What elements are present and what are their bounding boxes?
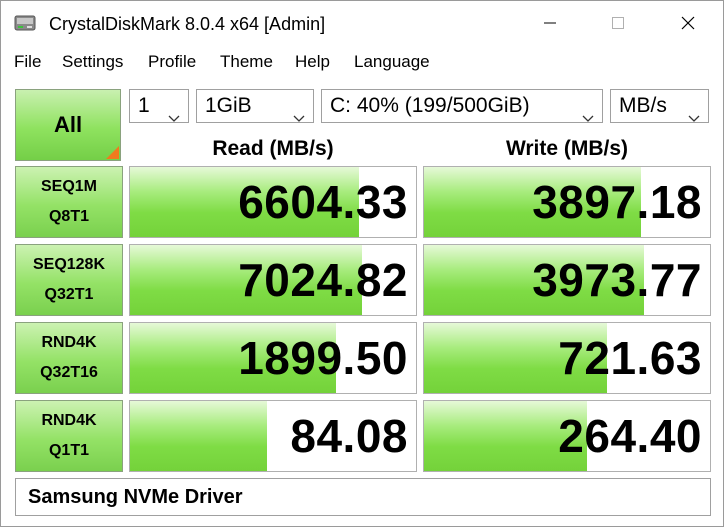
comment-field[interactable]: Samsung NVMe Driver bbox=[15, 478, 711, 516]
window-title: CrystalDiskMark 8.0.4 x64 [Admin] bbox=[49, 14, 326, 34]
unit-value: MB/s bbox=[619, 94, 667, 117]
write-result-cell: 3973.77 bbox=[423, 244, 711, 316]
maximize-button[interactable] bbox=[595, 1, 641, 45]
menu-language[interactable]: Language bbox=[354, 51, 430, 73]
result-row: RND4K Q1T1 84.08 264.40 bbox=[1, 400, 723, 472]
write-value: 264.40 bbox=[558, 410, 702, 462]
chevron-down-icon bbox=[688, 101, 700, 133]
test-size-value: 1GiB bbox=[205, 94, 252, 117]
read-result-cell: 84.08 bbox=[129, 400, 417, 472]
drive-select[interactable]: C: 40% (199/500GiB) bbox=[321, 89, 603, 123]
result-row: RND4K Q32T16 1899.50 721.63 bbox=[1, 322, 723, 394]
all-button-label: All bbox=[53, 112, 83, 137]
test-size-select[interactable]: 1GiB bbox=[196, 89, 314, 123]
read-value: 6604.33 bbox=[238, 176, 408, 228]
test-count-select[interactable]: 1 bbox=[129, 89, 189, 123]
chevron-down-icon bbox=[582, 101, 594, 133]
read-value: 7024.82 bbox=[238, 254, 408, 306]
drive-value: C: 40% (199/500GiB) bbox=[330, 94, 530, 117]
test-name: SEQ1M bbox=[40, 178, 97, 195]
write-column-header: Write (MB/s) bbox=[505, 137, 629, 160]
title-bar[interactable]: CrystalDiskMark 8.0.4 x64 [Admin] bbox=[1, 1, 723, 45]
maximize-icon bbox=[612, 17, 624, 29]
disk-app-icon bbox=[14, 13, 36, 33]
test-params: Q8T1 bbox=[48, 208, 89, 225]
test-name: RND4K bbox=[41, 334, 97, 351]
test-name: SEQ128K bbox=[32, 256, 106, 273]
close-icon bbox=[681, 16, 695, 30]
menu-profile[interactable]: Profile bbox=[148, 51, 196, 73]
read-result-cell: 6604.33 bbox=[129, 166, 417, 238]
menu-settings[interactable]: Settings bbox=[62, 51, 123, 73]
menu-file[interactable]: File bbox=[14, 51, 41, 73]
read-result-cell: 7024.82 bbox=[129, 244, 417, 316]
test-count-value: 1 bbox=[138, 94, 150, 117]
test-params: Q32T1 bbox=[44, 286, 94, 303]
read-value: 1899.50 bbox=[238, 332, 408, 384]
chevron-down-icon bbox=[293, 101, 305, 133]
menu-theme[interactable]: Theme bbox=[220, 51, 273, 73]
write-value: 721.63 bbox=[558, 332, 702, 384]
minimize-icon bbox=[544, 17, 556, 29]
read-value: 84.08 bbox=[290, 410, 408, 462]
read-column-header: Read (MB/s) bbox=[212, 137, 334, 160]
result-row: SEQ128K Q32T1 7024.82 3973.77 bbox=[1, 244, 723, 316]
test-name: RND4K bbox=[41, 412, 97, 429]
seq1m-q8t1-button[interactable]: SEQ1M Q8T1 bbox=[15, 166, 123, 238]
seq128k-q32t1-button[interactable]: SEQ128K Q32T1 bbox=[15, 244, 123, 316]
write-result-cell: 3897.18 bbox=[423, 166, 711, 238]
close-button[interactable] bbox=[665, 1, 711, 45]
app-window: CrystalDiskMark 8.0.4 x64 [Admin] File S… bbox=[0, 0, 724, 527]
test-params: Q32T16 bbox=[40, 364, 98, 381]
read-score-bar bbox=[130, 401, 268, 471]
write-value: 3973.77 bbox=[532, 254, 702, 306]
write-result-cell: 721.63 bbox=[423, 322, 711, 394]
corner-marker bbox=[106, 146, 119, 159]
write-value: 3897.18 bbox=[532, 176, 702, 228]
all-button[interactable]: All bbox=[15, 89, 121, 161]
menu-bar: File Settings Profile Theme Help Languag… bbox=[1, 47, 723, 77]
menu-help[interactable]: Help bbox=[295, 51, 330, 73]
result-row: SEQ1M Q8T1 6604.33 3897.18 bbox=[1, 166, 723, 238]
rnd4k-q32t16-button[interactable]: RND4K Q32T16 bbox=[15, 322, 123, 394]
read-result-cell: 1899.50 bbox=[129, 322, 417, 394]
benchmark-panel: All 1 1GiB C: 40% (199/500GiB) MB/s Read… bbox=[1, 81, 723, 526]
chevron-down-icon bbox=[168, 101, 180, 133]
test-params: Q1T1 bbox=[48, 442, 89, 459]
minimize-button[interactable] bbox=[527, 1, 573, 45]
rnd4k-q1t1-button[interactable]: RND4K Q1T1 bbox=[15, 400, 123, 472]
unit-select[interactable]: MB/s bbox=[610, 89, 709, 123]
write-result-cell: 264.40 bbox=[423, 400, 711, 472]
